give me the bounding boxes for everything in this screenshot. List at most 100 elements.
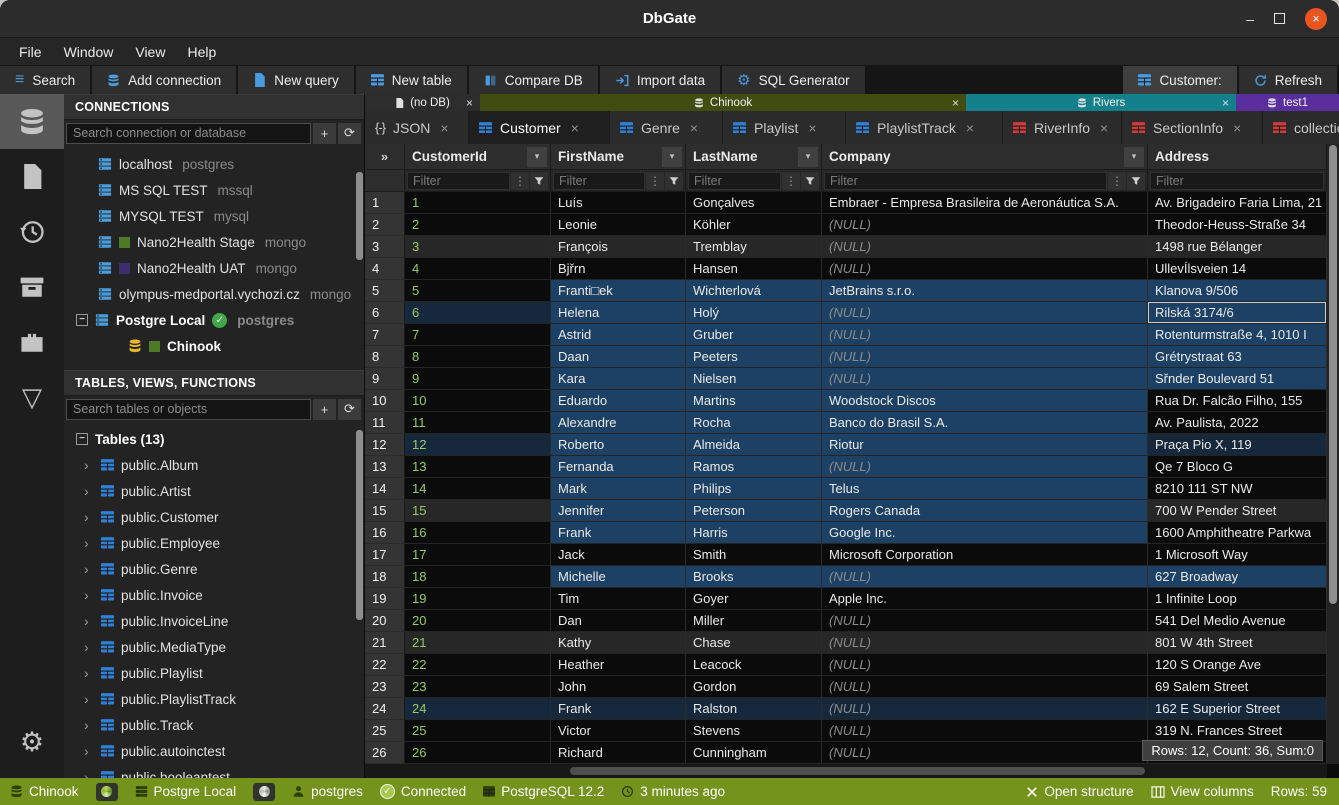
connection-ms-sql-test[interactable]: MS SQL TESTmssql xyxy=(64,177,364,203)
grid-cell[interactable]: (NULL) xyxy=(822,456,1148,478)
filter-input[interactable]: Filter xyxy=(1150,172,1324,190)
grid-cell[interactable]: (NULL) xyxy=(822,368,1148,390)
row-number[interactable]: 22 xyxy=(365,654,405,676)
table-item-public-track[interactable]: ›public.Track xyxy=(64,712,364,738)
connection-localhost[interactable]: localhostpostgres xyxy=(64,151,364,177)
grid-cell[interactable]: Wichterlová xyxy=(686,280,822,302)
tab-playlisttrack[interactable]: PlaylistTrack× xyxy=(846,111,1002,144)
import-data-button[interactable]: Import data xyxy=(600,66,720,94)
minimize-button[interactable]: – xyxy=(1246,12,1254,26)
grid-cell[interactable]: 8 xyxy=(405,346,551,368)
grid-cell[interactable]: 162 E Superior Street xyxy=(1148,698,1327,720)
status-view-columns[interactable]: View columns xyxy=(1151,784,1254,799)
close-icon[interactable]: × xyxy=(952,96,959,110)
expand-chevron-icon[interactable]: › xyxy=(84,769,94,778)
close-icon[interactable]: × xyxy=(1222,96,1229,110)
row-number[interactable]: 16 xyxy=(365,522,405,544)
vertical-scroll-thumb[interactable] xyxy=(1329,145,1337,604)
connection-chinook[interactable]: Chinook xyxy=(64,333,364,359)
grid-cell[interactable]: Bjřrn xyxy=(551,258,686,280)
tables-search-input[interactable]: Search tables or objects xyxy=(66,399,311,420)
table-item-public-album[interactable]: ›public.Album xyxy=(64,452,364,478)
horizontal-scroll-thumb[interactable] xyxy=(570,767,1145,775)
row-number[interactable]: 21 xyxy=(365,632,405,654)
row-number[interactable]: 19 xyxy=(365,588,405,610)
grid-cell[interactable]: Av. Brigadeiro Faria Lima, 21 xyxy=(1148,192,1327,214)
grid-cell[interactable]: (NULL) xyxy=(822,566,1148,588)
column-header-customerid[interactable]: CustomerId▾ xyxy=(405,144,551,170)
grid-cell[interactable]: Stevens xyxy=(686,720,822,742)
add-connection-button[interactable]: Add connection xyxy=(92,66,236,94)
close-icon[interactable]: × xyxy=(690,120,698,136)
grid-cell[interactable]: Woodstock Discos xyxy=(822,390,1148,412)
table-item-public-playlist[interactable]: ›public.Playlist xyxy=(64,660,364,686)
grid-cell[interactable]: 10 xyxy=(405,390,551,412)
grid-cell[interactable]: 9 xyxy=(405,368,551,390)
grid-cell[interactable]: 18 xyxy=(405,566,551,588)
grid-cell[interactable]: 801 W 4th Street xyxy=(1148,632,1327,654)
grid-cell[interactable]: 19 xyxy=(405,588,551,610)
tab-group-test1[interactable]: test1 xyxy=(1236,94,1339,111)
close-icon[interactable]: × xyxy=(1100,120,1108,136)
grid-cell[interactable]: Roberto xyxy=(551,434,686,456)
tab-customer[interactable]: Customer× xyxy=(469,111,609,144)
grid-cell[interactable]: (NULL) xyxy=(822,676,1148,698)
grid-cell[interactable]: Franti□ek xyxy=(551,280,686,302)
grid-cell[interactable]: Richard xyxy=(551,742,686,764)
column-header-address[interactable]: Address xyxy=(1148,144,1327,170)
column-header-firstname[interactable]: FirstName▾ xyxy=(551,144,686,170)
vertical-scrollbar[interactable] xyxy=(1327,144,1339,764)
sidebar-icon-widgets[interactable] xyxy=(0,314,64,369)
row-number[interactable]: 17 xyxy=(365,544,405,566)
grid-cell[interactable]: Luís xyxy=(551,192,686,214)
filter-menu-icon[interactable]: ⋮ xyxy=(781,172,800,190)
grid-cell[interactable]: 3 xyxy=(405,236,551,258)
grid-cell[interactable]: (NULL) xyxy=(822,742,1148,764)
grid-cell[interactable]: Tremblay xyxy=(686,236,822,258)
column-menu-icon[interactable]: ▾ xyxy=(527,147,547,167)
connection-olympus-medportal-vychozi-cz[interactable]: olympus-medportal.vychozi.czmongo xyxy=(64,281,364,307)
sidebar-icon-archive[interactable] xyxy=(0,259,64,314)
grid-cell[interactable]: 20 xyxy=(405,610,551,632)
grid-cell[interactable]: 16 xyxy=(405,522,551,544)
expand-chevron-icon[interactable]: › xyxy=(84,535,94,551)
expand-chevron-icon[interactable]: › xyxy=(84,665,94,681)
grid-cell[interactable]: 541 Del Medio Avenue xyxy=(1148,610,1327,632)
grid-cell[interactable]: 4 xyxy=(405,258,551,280)
expand-chevron-icon[interactable]: › xyxy=(84,587,94,603)
grid-cell[interactable]: John xyxy=(551,676,686,698)
grid-cell[interactable]: Nielsen xyxy=(686,368,822,390)
grid-cell[interactable]: Google Inc. xyxy=(822,522,1148,544)
grid-cell[interactable]: 23 xyxy=(405,676,551,698)
menu-view[interactable]: View xyxy=(124,41,176,63)
table-item-public-booleantest[interactable]: ›public.booleantest xyxy=(64,764,364,778)
tab-group-chinook[interactable]: Chinook× xyxy=(480,94,966,111)
expand-chevron-icon[interactable]: › xyxy=(84,483,94,499)
column-header-lastname[interactable]: LastName▾ xyxy=(686,144,822,170)
menu-help[interactable]: Help xyxy=(176,41,227,63)
grid-cell[interactable]: 7 xyxy=(405,324,551,346)
filter-input[interactable]: Filter xyxy=(553,172,645,190)
grid-cell[interactable]: (NULL) xyxy=(822,214,1148,236)
grid-cell[interactable]: Michelle xyxy=(551,566,686,588)
filter-input[interactable]: Filter xyxy=(824,172,1107,190)
grid-cell[interactable]: Ramos xyxy=(686,456,822,478)
grid-cell[interactable]: Almeida xyxy=(686,434,822,456)
close-icon[interactable]: × xyxy=(571,120,579,136)
menu-window[interactable]: Window xyxy=(53,41,125,63)
grid-cell[interactable]: Alexandre xyxy=(551,412,686,434)
tab-sectioninfo[interactable]: SectionInfo× xyxy=(1122,111,1262,144)
sidebar-icon-database[interactable] xyxy=(0,94,64,149)
grid-cell[interactable]: 319 N. Frances Street xyxy=(1148,720,1327,742)
row-number[interactable]: 18 xyxy=(365,566,405,588)
grid-cell[interactable]: (NULL) xyxy=(822,324,1148,346)
table-item-public-customer[interactable]: ›public.Customer xyxy=(64,504,364,530)
grid-cell[interactable]: Rogers Canada xyxy=(822,500,1148,522)
sql-generator-button[interactable]: ⚙SQL Generator xyxy=(722,66,865,94)
grid-cell[interactable]: Ralston xyxy=(686,698,822,720)
row-number[interactable]: 12 xyxy=(365,434,405,456)
grid-cell[interactable]: Rotenturmstraße 4, 1010 I xyxy=(1148,324,1327,346)
grid-cell[interactable]: (NULL) xyxy=(822,258,1148,280)
connections-scroll-thumb[interactable] xyxy=(356,172,363,260)
grid-cell[interactable]: Banco do Brasil S.A. xyxy=(822,412,1148,434)
